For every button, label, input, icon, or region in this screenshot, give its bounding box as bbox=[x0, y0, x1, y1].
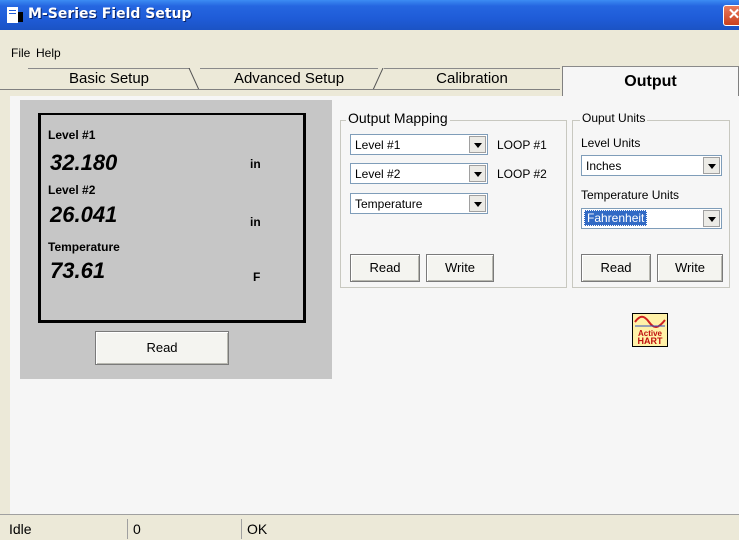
chevron-down-icon[interactable] bbox=[469, 136, 486, 153]
mapping-write-button[interactable]: Write bbox=[426, 254, 494, 282]
output-units-title: Ouput Units bbox=[580, 111, 648, 125]
chevron-down-icon[interactable] bbox=[469, 195, 486, 212]
status-bar: Idle 0 OK bbox=[0, 514, 739, 540]
hart-line2: HART bbox=[638, 336, 663, 346]
tab-calibration[interactable]: Calibration bbox=[384, 68, 560, 90]
temperature-units-label: Temperature Units bbox=[581, 188, 680, 202]
level2-label: Level #2 bbox=[48, 183, 96, 197]
mapping-select-3-value: Temperature bbox=[355, 197, 423, 211]
units-read-label: Read bbox=[600, 260, 632, 275]
tab-divider bbox=[188, 68, 200, 90]
active-hart-icon[interactable]: Active HART bbox=[632, 313, 668, 347]
close-icon: ✕ bbox=[727, 6, 739, 23]
mapping-write-label: Write bbox=[444, 260, 476, 275]
temperature-unit: F bbox=[253, 270, 261, 284]
menu-bar: File Help bbox=[0, 30, 739, 62]
level2-value: 26.041 bbox=[50, 202, 118, 227]
tab-divider bbox=[372, 68, 384, 90]
status-count: 0 bbox=[127, 519, 239, 539]
tab-output[interactable]: Output bbox=[562, 66, 739, 96]
loop2-label: LOOP #2 bbox=[497, 167, 547, 181]
status-message: OK bbox=[241, 519, 641, 539]
close-button[interactable]: ✕ bbox=[723, 5, 739, 26]
chevron-down-icon[interactable] bbox=[703, 157, 720, 174]
app-icon bbox=[7, 7, 23, 23]
title-bar: M-Series Field Setup ✕ bbox=[0, 0, 739, 30]
chevron-down-icon[interactable] bbox=[469, 165, 486, 182]
menu-file[interactable]: File bbox=[11, 46, 30, 60]
tab-advanced-setup[interactable]: Advanced Setup bbox=[200, 68, 378, 90]
mapping-select-2-value: Level #2 bbox=[355, 167, 401, 181]
status-state: Idle bbox=[9, 521, 32, 537]
temperature-units-select[interactable]: Fahrenheit bbox=[581, 208, 722, 229]
output-mapping-title: Output Mapping bbox=[346, 110, 450, 126]
temperature-value: 73.61 bbox=[50, 258, 106, 283]
level-units-select[interactable]: Inches bbox=[581, 155, 722, 176]
menu-help[interactable]: Help bbox=[36, 46, 61, 60]
units-read-button[interactable]: Read bbox=[581, 254, 651, 282]
read-display-label: Read bbox=[146, 340, 178, 355]
mapping-read-button[interactable]: Read bbox=[350, 254, 420, 282]
window-title: M-Series Field Setup bbox=[28, 6, 192, 22]
level1-value: 32.180 bbox=[50, 150, 118, 175]
level-units-value: Inches bbox=[586, 159, 622, 173]
units-write-label: Write bbox=[674, 260, 706, 275]
tab-strip: Basic Setup Advanced Setup Calibration O… bbox=[0, 62, 739, 96]
level2-unit: in bbox=[250, 215, 261, 229]
tab-baseline bbox=[0, 89, 560, 90]
level1-unit: in bbox=[250, 157, 261, 171]
level1-label: Level #1 bbox=[48, 128, 96, 142]
temperature-label: Temperature bbox=[48, 240, 120, 254]
mapping-select-2[interactable]: Level #2 bbox=[350, 163, 488, 184]
chevron-down-icon[interactable] bbox=[703, 210, 720, 227]
mapping-read-label: Read bbox=[369, 260, 401, 275]
read-display-button[interactable]: Read bbox=[95, 331, 229, 365]
level-units-label: Level Units bbox=[581, 136, 641, 150]
mapping-select-1[interactable]: Level #1 bbox=[350, 134, 488, 155]
mapping-select-1-value: Level #1 bbox=[355, 138, 401, 152]
mapping-select-3[interactable]: Temperature bbox=[350, 193, 488, 214]
tab-basic-setup[interactable]: Basic Setup bbox=[28, 68, 190, 90]
loop1-label: LOOP #1 bbox=[497, 138, 547, 152]
temperature-units-value: Fahrenheit bbox=[584, 210, 648, 226]
units-write-button[interactable]: Write bbox=[657, 254, 723, 282]
